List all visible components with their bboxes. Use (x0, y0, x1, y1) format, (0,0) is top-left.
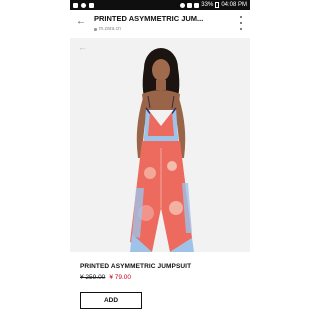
page-url: m.zara.cn (94, 26, 121, 32)
model-face (152, 59, 170, 81)
alarm-icon (180, 2, 186, 8)
lock-icon (94, 27, 97, 31)
page-url-text: m.zara.cn (99, 26, 121, 32)
status-left-icons (73, 0, 94, 10)
battery-icon (215, 2, 220, 8)
back-arrow-icon[interactable]: ← (76, 16, 86, 28)
status-time: 04:08 PM (221, 2, 247, 8)
battery-percent: 33% (201, 2, 214, 8)
browser-app-bar: ← PRINTED ASYMMETRIC JUM... m.zara.cn (70, 10, 250, 38)
cloud-icon (81, 2, 86, 8)
model-photo (130, 48, 194, 252)
image-back-arrow-icon[interactable]: ← (78, 42, 87, 52)
notification-icon (73, 2, 78, 8)
status-bar: 33% 04:08 PM (70, 0, 250, 10)
status-right-icons: 33% 04:08 PM (180, 0, 247, 10)
product-image: ← (70, 38, 250, 252)
sale-price: ¥ 79.00 (109, 274, 131, 281)
original-price: ¥ 259.00 (80, 274, 106, 281)
add-to-cart-button[interactable]: ADD (80, 292, 142, 309)
page-title: PRINTED ASYMMETRIC JUM... (94, 14, 204, 23)
price-row: ¥ 259.00 ¥ 79.00 (80, 274, 131, 281)
wifi-icon (187, 2, 193, 8)
download-icon (89, 2, 94, 8)
product-name: PRINTED ASYMMETRIC JUMPSUIT (80, 263, 192, 270)
overflow-menu-icon[interactable] (238, 16, 244, 30)
phone-screen: 33% 04:08 PM ← PRINTED ASYMMETRIC JUM...… (70, 0, 250, 320)
signal-icon (194, 2, 200, 8)
